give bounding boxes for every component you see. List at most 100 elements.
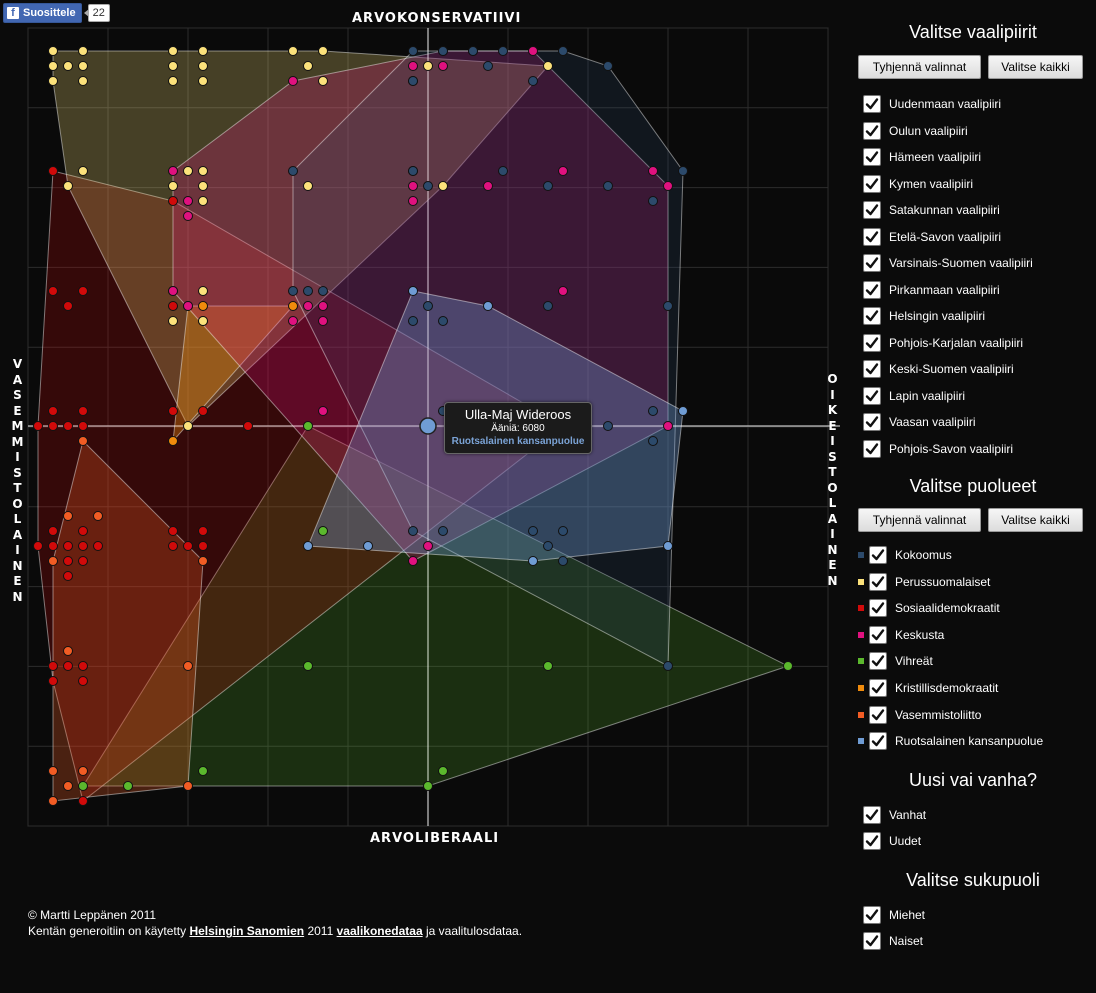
hs-link[interactable]: Helsingin Sanomien — [189, 924, 304, 938]
candidate-point[interactable] — [78, 46, 88, 56]
candidate-point[interactable] — [33, 541, 43, 551]
candidate-point[interactable] — [558, 286, 568, 296]
candidate-point[interactable] — [483, 301, 493, 311]
candidate-point[interactable] — [438, 181, 448, 191]
candidate-point[interactable] — [63, 661, 73, 671]
candidate-point[interactable] — [558, 166, 568, 176]
candidate-point[interactable] — [408, 196, 418, 206]
candidate-point[interactable] — [168, 76, 178, 86]
candidate-point[interactable] — [408, 61, 418, 71]
candidate-point[interactable] — [168, 316, 178, 326]
candidate-point[interactable] — [408, 166, 418, 176]
candidate-point[interactable] — [198, 406, 208, 416]
candidate-point[interactable] — [183, 166, 193, 176]
candidate-point[interactable] — [783, 661, 793, 671]
candidate-point[interactable] — [543, 541, 553, 551]
candidate-point[interactable] — [48, 676, 58, 686]
candidate-point[interactable] — [303, 421, 313, 431]
party-checkbox[interactable] — [869, 652, 887, 671]
candidate-point[interactable] — [63, 301, 73, 311]
candidate-point[interactable] — [303, 181, 313, 191]
candidate-point[interactable] — [78, 766, 88, 776]
candidate-point[interactable] — [663, 181, 673, 191]
candidate-point[interactable] — [303, 541, 313, 551]
candidate-point[interactable] — [423, 181, 433, 191]
candidate-point[interactable] — [183, 211, 193, 221]
candidate-point[interactable] — [48, 286, 58, 296]
candidate-point[interactable] — [183, 661, 193, 671]
district-option[interactable]: Helsingin vaalipiiri — [863, 307, 985, 325]
candidate-point[interactable] — [48, 526, 58, 536]
party-checkbox[interactable] — [869, 705, 887, 724]
party-option[interactable]: Kokoomus — [858, 546, 952, 564]
candidate-point[interactable] — [168, 166, 178, 176]
candidate-point[interactable] — [543, 301, 553, 311]
candidate-point[interactable] — [318, 406, 328, 416]
party-option[interactable]: Ruotsalainen kansanpuolue — [858, 732, 1043, 751]
candidate-point[interactable] — [78, 781, 88, 791]
district-option[interactable]: Keski-Suomen vaalipiiri — [863, 360, 1014, 378]
candidate-point[interactable] — [663, 421, 673, 431]
district-option[interactable]: Etelä-Savon vaalipiiri — [863, 227, 1001, 246]
candidate-point[interactable] — [288, 301, 298, 311]
candidate-point[interactable] — [543, 61, 553, 71]
candidate-point[interactable] — [243, 421, 253, 431]
candidate-point[interactable] — [648, 436, 658, 446]
candidate-point[interactable] — [63, 646, 73, 656]
party-option[interactable]: Perussuomalaiset — [858, 572, 990, 591]
candidate-point[interactable] — [558, 556, 568, 566]
candidate-point[interactable] — [198, 316, 208, 326]
candidate-point[interactable] — [408, 76, 418, 86]
candidate-point[interactable] — [198, 76, 208, 86]
age-checkbox[interactable] — [863, 806, 881, 824]
candidate-point[interactable] — [648, 406, 658, 416]
district-checkbox[interactable] — [863, 174, 881, 193]
candidate-point[interactable] — [288, 286, 298, 296]
candidate-point[interactable] — [318, 46, 328, 56]
candidate-point[interactable] — [198, 181, 208, 191]
candidate-point[interactable] — [78, 526, 88, 536]
candidate-point[interactable] — [198, 766, 208, 776]
candidate-point[interactable] — [438, 766, 448, 776]
candidate-point[interactable] — [123, 781, 133, 791]
candidate-point[interactable] — [48, 556, 58, 566]
parties-clear-button[interactable]: Tyhjennä valinnat — [858, 508, 981, 532]
candidate-point[interactable] — [63, 781, 73, 791]
candidate-point[interactable] — [408, 181, 418, 191]
candidate-point[interactable] — [48, 661, 58, 671]
candidate-point[interactable] — [468, 46, 478, 56]
candidate-point[interactable] — [528, 46, 538, 56]
party-option[interactable]: Vasemmistoliitto — [858, 705, 981, 724]
party-option[interactable]: Vihreät — [858, 652, 933, 671]
candidate-point[interactable] — [408, 316, 418, 326]
candidate-point[interactable] — [168, 406, 178, 416]
candidate-point[interactable] — [78, 676, 88, 686]
gender-checkbox[interactable] — [863, 932, 881, 950]
district-checkbox[interactable] — [863, 360, 881, 378]
candidate-point[interactable] — [63, 421, 73, 431]
candidate-point[interactable] — [603, 61, 613, 71]
candidate-point[interactable] — [63, 181, 73, 191]
candidate-point[interactable] — [78, 796, 88, 806]
candidate-point[interactable] — [168, 46, 178, 56]
district-checkbox[interactable] — [863, 254, 881, 272]
district-option[interactable]: Uudenmaan vaalipiiri — [863, 95, 1001, 113]
candidate-point[interactable] — [78, 541, 88, 551]
candidate-point[interactable] — [483, 181, 493, 191]
candidate-point[interactable] — [48, 541, 58, 551]
candidate-point[interactable] — [603, 181, 613, 191]
candidate-point[interactable] — [528, 556, 538, 566]
district-option[interactable]: Pirkanmaan vaalipiiri — [863, 280, 1000, 299]
district-checkbox[interactable] — [863, 201, 881, 219]
candidate-point[interactable] — [168, 196, 178, 206]
party-option[interactable]: Sosiaalidemokraatit — [858, 599, 1000, 618]
age-option[interactable]: Uudet — [863, 832, 921, 850]
candidate-point[interactable] — [168, 301, 178, 311]
district-checkbox[interactable] — [863, 227, 881, 246]
candidate-point[interactable] — [48, 76, 58, 86]
candidate-point[interactable] — [168, 181, 178, 191]
party-checkbox[interactable] — [869, 546, 887, 564]
district-option[interactable]: Lapin vaalipiiri — [863, 386, 965, 405]
candidate-point[interactable] — [48, 61, 58, 71]
party-checkbox[interactable] — [869, 572, 887, 591]
